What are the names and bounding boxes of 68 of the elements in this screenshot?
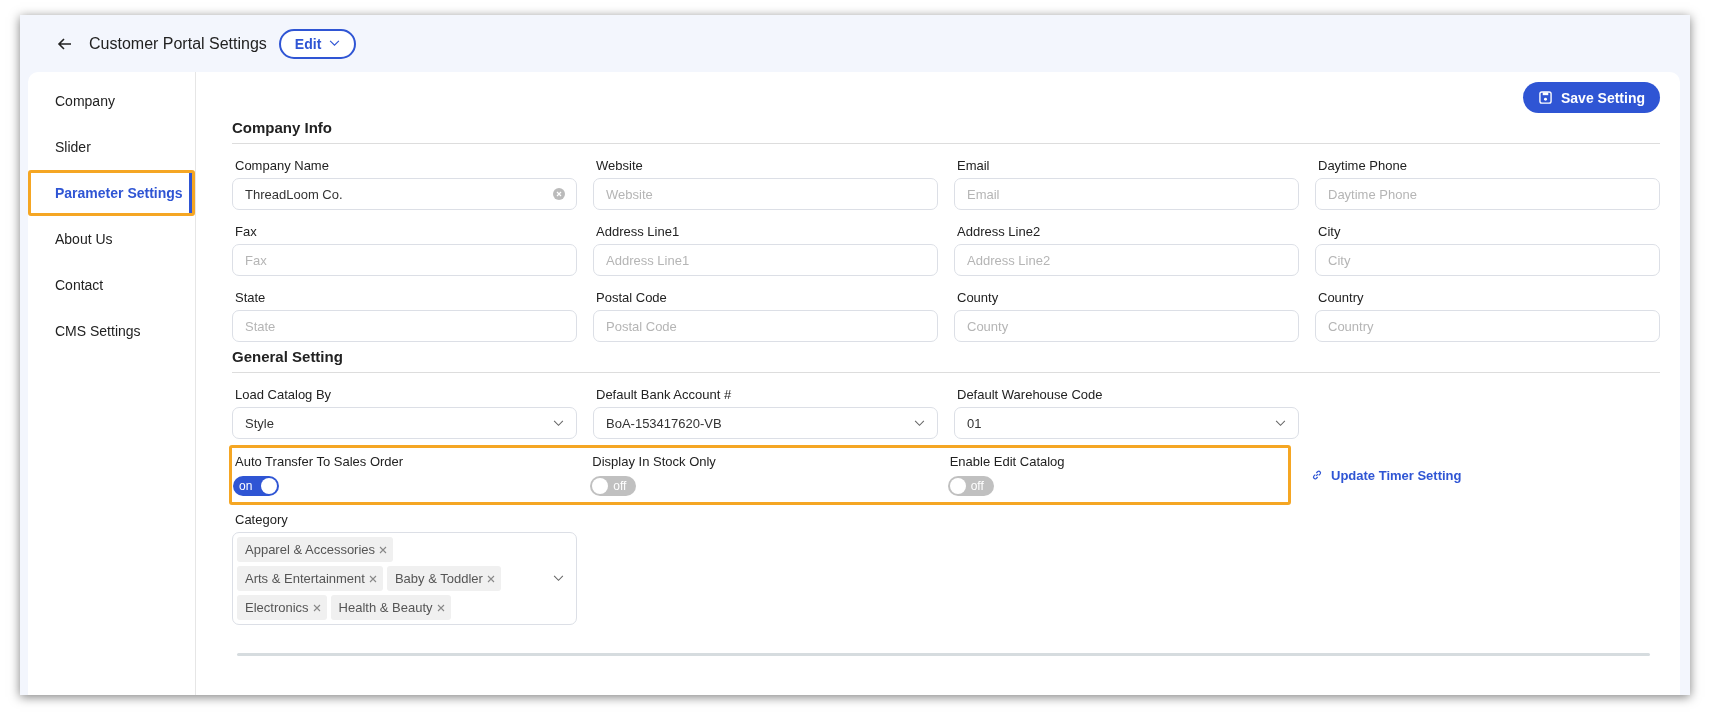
field-label: City bbox=[1317, 224, 1341, 239]
link-icon bbox=[1311, 469, 1323, 481]
category-tag[interactable]: Arts & Entertainment bbox=[237, 566, 383, 591]
field-label: Email bbox=[956, 158, 990, 173]
toggle-label: Auto Transfer To Sales Order bbox=[234, 454, 404, 469]
field-label: State bbox=[234, 290, 266, 305]
chevron-down-icon bbox=[553, 419, 564, 427]
field-label: Website bbox=[595, 158, 643, 173]
toggle-label: Enable Edit Catalog bbox=[948, 454, 1065, 469]
category-tag[interactable]: Health & Beauty bbox=[330, 595, 451, 620]
input-field[interactable]: County bbox=[954, 310, 1299, 342]
toggle-switch[interactable]: on bbox=[233, 476, 279, 496]
page-title: Customer Portal Settings bbox=[89, 34, 267, 53]
save-setting-button[interactable]: Save Setting bbox=[1522, 82, 1660, 113]
field-label: Postal Code bbox=[595, 290, 667, 305]
sidebar-item[interactable]: Contact bbox=[28, 262, 195, 308]
edit-button[interactable]: Edit bbox=[278, 28, 357, 59]
sidebar-item[interactable]: Parameter Settings bbox=[28, 170, 195, 216]
save-icon bbox=[1538, 91, 1552, 104]
chevron-down-icon bbox=[1275, 419, 1286, 427]
input-field[interactable]: ThreadLoom Co. bbox=[232, 178, 577, 210]
input-field[interactable]: City bbox=[1315, 244, 1660, 276]
category-tag[interactable]: Apparel & Accessories bbox=[237, 537, 394, 562]
update-timer-link[interactable]: Update Timer Setting bbox=[1307, 467, 1462, 483]
field-label: Default Warehouse Code bbox=[956, 387, 1103, 402]
category-tag[interactable]: Electronics bbox=[237, 595, 327, 620]
toggle-label: Display In Stock Only bbox=[591, 454, 716, 469]
sidebar-item[interactable]: Slider bbox=[28, 124, 195, 170]
category-tag[interactable]: Baby & Toddler bbox=[386, 566, 501, 591]
remove-icon[interactable] bbox=[379, 545, 388, 554]
sidebar-item[interactable]: Company bbox=[28, 78, 195, 124]
back-arrow-icon[interactable] bbox=[57, 35, 73, 52]
field-label: Daytime Phone bbox=[1317, 158, 1407, 173]
horizontal-scrollbar[interactable] bbox=[237, 653, 1650, 656]
remove-icon[interactable] bbox=[368, 574, 377, 583]
field-label: Company Name bbox=[234, 158, 329, 173]
sidebar-item[interactable]: About Us bbox=[28, 216, 195, 262]
remove-icon[interactable] bbox=[312, 603, 321, 612]
field-label: Country bbox=[1317, 290, 1364, 305]
field-label: County bbox=[956, 290, 999, 305]
field-label: Address Line1 bbox=[595, 224, 680, 239]
input-field[interactable]: Address Line2 bbox=[954, 244, 1299, 276]
select-field[interactable]: Style bbox=[232, 407, 577, 439]
chevron-down-icon bbox=[914, 419, 925, 427]
input-field[interactable]: Address Line1 bbox=[593, 244, 938, 276]
sidebar-item[interactable]: CMS Settings bbox=[28, 308, 195, 354]
remove-icon[interactable] bbox=[436, 603, 445, 612]
clear-icon[interactable] bbox=[553, 188, 565, 200]
input-field[interactable]: Email bbox=[954, 178, 1299, 210]
remove-icon[interactable] bbox=[486, 574, 495, 583]
field-label: Category bbox=[234, 512, 288, 527]
input-field[interactable]: Website bbox=[593, 178, 938, 210]
multi-select-field[interactable]: Apparel & Accessories Arts & Entertainment Baby & Toddler Electronics Health & Beauty bbox=[232, 532, 577, 625]
section-title: Company Info bbox=[232, 119, 1660, 144]
input-field[interactable]: Country bbox=[1315, 310, 1660, 342]
field-label: Default Bank Account # bbox=[595, 387, 732, 402]
input-field[interactable]: Fax bbox=[232, 244, 577, 276]
field-label: Address Line2 bbox=[956, 224, 1041, 239]
field-label: Fax bbox=[234, 224, 257, 239]
input-field[interactable]: State bbox=[232, 310, 577, 342]
select-field[interactable]: 01 bbox=[954, 407, 1299, 439]
caret-icon bbox=[329, 40, 341, 47]
input-field[interactable]: Daytime Phone bbox=[1315, 178, 1660, 210]
section-title: General Setting bbox=[232, 348, 1660, 373]
chevron-down-icon bbox=[553, 575, 564, 582]
field-label: Load Catalog By bbox=[234, 387, 332, 402]
select-field[interactable]: BoA-153417620-VB bbox=[593, 407, 938, 439]
input-field[interactable]: Postal Code bbox=[593, 310, 938, 342]
